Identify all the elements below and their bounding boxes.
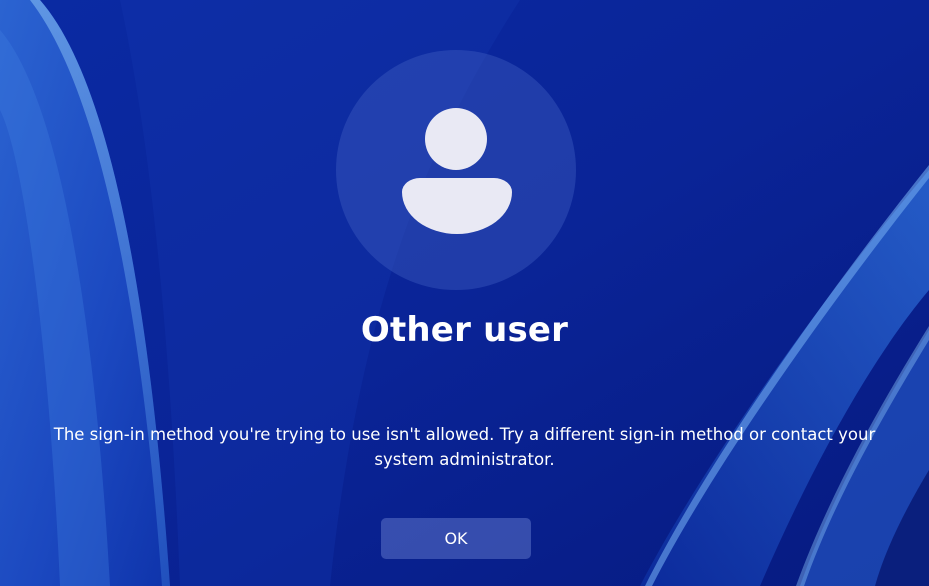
sign-in-panel: Other user The sign-in method you're try… — [0, 0, 929, 586]
sign-in-error-message: The sign-in method you're trying to use … — [53, 425, 876, 469]
user-name-heading: Other user — [360, 310, 569, 350]
user-avatar-icon — [336, 50, 576, 290]
avatar-body-shape — [402, 178, 512, 234]
ok-button[interactable]: OK — [381, 518, 531, 559]
avatar-head-shape — [425, 108, 487, 170]
